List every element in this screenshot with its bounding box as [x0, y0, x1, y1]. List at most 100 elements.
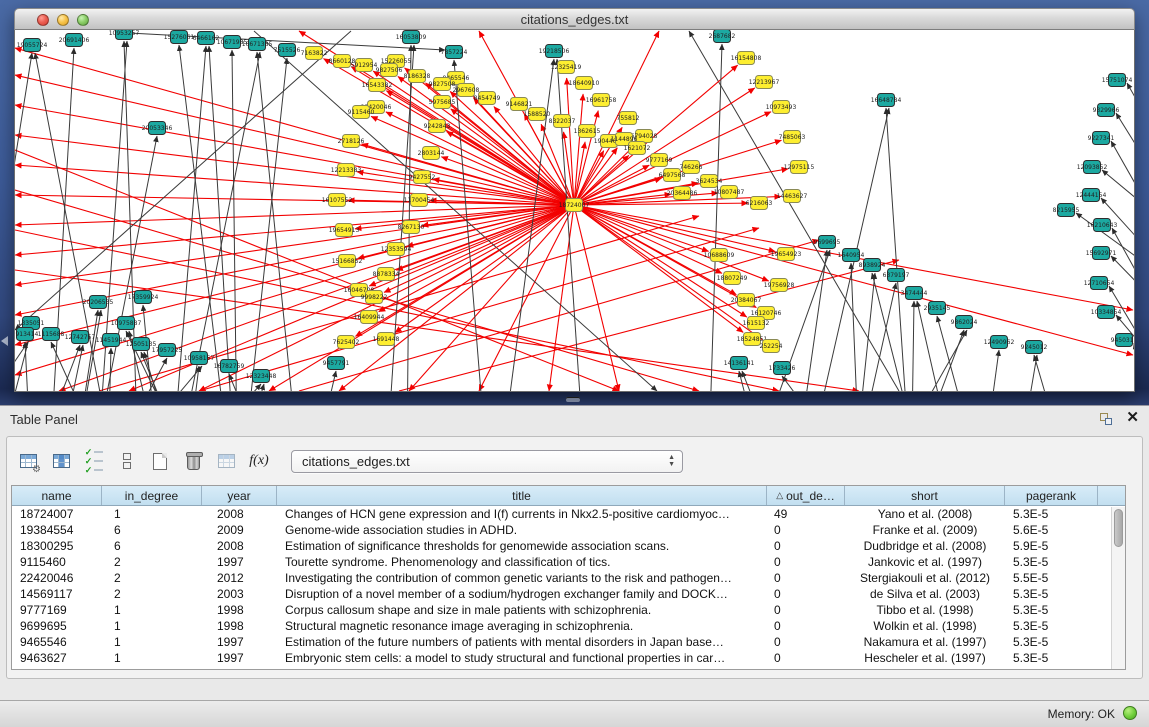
cell-title[interactable]: Genome-wide association studies in ADHD.: [277, 522, 767, 538]
table-select-dropdown[interactable]: citations_edges.txt ▲▼: [291, 450, 683, 473]
table-row[interactable]: 946362711997Embryonic stem cells: a mode…: [12, 650, 1125, 666]
network-node-cited[interactable]: 7625402: [333, 336, 360, 349]
table-settings-icon[interactable]: ⚙: [13, 446, 43, 476]
cell-pagerank[interactable]: 5.3E-5: [1005, 602, 1098, 618]
cell-short[interactable]: Franke et al. (2009): [845, 522, 1005, 538]
column-header-title[interactable]: title: [277, 486, 767, 505]
network-node[interactable]: 16053809: [396, 31, 427, 44]
column-header-year[interactable]: year: [202, 486, 277, 505]
network-node[interactable]: 3474444: [901, 287, 928, 300]
network-node-cited[interactable]: 16154808: [731, 52, 762, 65]
cell-short[interactable]: Hescheler et al. (1997): [845, 650, 1005, 666]
cell-pagerank[interactable]: 5.3E-5: [1005, 554, 1098, 570]
network-node[interactable]: 20691406: [59, 34, 90, 47]
cell-in_degree[interactable]: 6: [102, 538, 202, 554]
cell-out_de[interactable]: 0: [767, 538, 845, 554]
network-node-cited[interactable]: 7485063: [779, 131, 806, 144]
cell-short[interactable]: Yano et al. (2008): [845, 506, 1005, 522]
column-header-name[interactable]: name: [12, 486, 102, 505]
delete-table-icon[interactable]: [178, 446, 208, 476]
cell-pagerank[interactable]: 5.3E-5: [1005, 634, 1098, 650]
network-node-cited[interactable]: 10807487: [714, 186, 745, 199]
cell-name[interactable]: 19384554: [12, 522, 102, 538]
column-header-short[interactable]: short: [845, 486, 1005, 505]
table-row[interactable]: 1938455462009Genome-wide association stu…: [12, 522, 1125, 538]
cell-in_degree[interactable]: 6: [102, 522, 202, 538]
column-header-out_de[interactable]: △out_de…: [767, 486, 845, 505]
network-node-cited[interactable]: 12213967: [749, 76, 780, 89]
table-row[interactable]: 911546021997Tourette syndrome. Phenomeno…: [12, 554, 1125, 570]
network-node[interactable]: 9245012: [1021, 341, 1048, 354]
table-row[interactable]: 1830029562008Estimation of significance …: [12, 538, 1125, 554]
network-node-cited[interactable]: 7163822: [301, 47, 328, 60]
cell-year[interactable]: 2008: [202, 538, 277, 554]
network-node-cited[interactable]: 14463627: [777, 190, 808, 203]
network-node-cited[interactable]: 12325419: [551, 61, 582, 74]
cell-year[interactable]: 1997: [202, 554, 277, 570]
network-node[interactable]: 11451944: [96, 334, 127, 347]
cell-pagerank[interactable]: 5.3E-5: [1005, 506, 1098, 522]
network-node[interactable]: 6379197: [883, 269, 910, 282]
network-node[interactable]: 12323448: [246, 370, 277, 383]
cell-name[interactable]: 9699695: [12, 618, 102, 634]
cell-in_degree[interactable]: 1: [102, 634, 202, 650]
cell-title[interactable]: Investigating the contribution of common…: [277, 570, 767, 586]
create-table-icon[interactable]: [145, 446, 175, 476]
cell-pagerank[interactable]: 5.5E-5: [1005, 570, 1098, 586]
network-node[interactable]: 10953257: [109, 30, 140, 40]
network-node[interactable]: 7515526: [274, 44, 301, 57]
network-node[interactable]: 14136141: [724, 357, 755, 370]
network-node[interactable]: 10975887: [111, 317, 142, 330]
select-columns-icon[interactable]: ✓ ✓ ✓: [79, 446, 109, 476]
cell-short[interactable]: Stergiakouli et al. (2012): [845, 570, 1005, 586]
cell-year[interactable]: 2003: [202, 586, 277, 602]
cell-out_de[interactable]: 0: [767, 554, 845, 570]
cell-title[interactable]: Changes of HCN gene expression and I(f) …: [277, 506, 767, 522]
column-header-in_degree[interactable]: in_degree: [102, 486, 202, 505]
cell-title[interactable]: Structural magnetic resonance image aver…: [277, 618, 767, 634]
network-node-cited[interactable]: 6216063: [746, 197, 773, 210]
network-node[interactable]: 9862024: [951, 316, 978, 329]
cell-short[interactable]: de Silva et al. (2003): [845, 586, 1005, 602]
table-row[interactable]: 977716911998Corpus callosum shape and si…: [12, 602, 1125, 618]
network-node[interactable]: 9329966: [1093, 104, 1120, 117]
cell-out_de[interactable]: 0: [767, 570, 845, 586]
row-height-icon[interactable]: [112, 446, 142, 476]
cell-short[interactable]: Wolkin et al. (1998): [845, 618, 1005, 634]
cell-year[interactable]: 2008: [202, 506, 277, 522]
cell-out_de[interactable]: 49: [767, 506, 845, 522]
cell-pagerank[interactable]: 5.3E-5: [1005, 586, 1098, 602]
cell-name[interactable]: 9115460: [12, 554, 102, 570]
network-node-cited[interactable]: 3624534: [696, 175, 723, 188]
table-row[interactable]: 1456911722003Disruption of a novel membe…: [12, 586, 1125, 602]
network-node-cited[interactable]: 15166852: [332, 255, 363, 268]
table-vertical-scrollbar[interactable]: [1111, 507, 1125, 669]
network-node-cited[interactable]: 8186328: [404, 70, 431, 83]
cell-title[interactable]: Disruption of a novel member of a sodium…: [277, 586, 767, 602]
table-row[interactable]: 1872400712008Changes of HCN gene express…: [12, 506, 1125, 522]
cell-year[interactable]: 1998: [202, 618, 277, 634]
network-node[interactable]: 12742757: [65, 331, 96, 344]
column-header-pagerank[interactable]: pagerank: [1005, 486, 1098, 505]
cell-name[interactable]: 18724007: [12, 506, 102, 522]
show-columns-icon[interactable]: [46, 446, 76, 476]
cell-name[interactable]: 9465546: [12, 634, 102, 650]
network-node-cited[interactable]: 18640910: [569, 77, 600, 90]
network-node-cited[interactable]: 755812: [617, 112, 640, 125]
cell-year[interactable]: 1997: [202, 650, 277, 666]
cell-in_degree[interactable]: 1: [102, 618, 202, 634]
network-node[interactable]: 9227341: [1088, 132, 1115, 145]
network-node[interactable]: 9699695: [814, 236, 841, 249]
table-row[interactable]: 946554611997Estimation of the future num…: [12, 634, 1125, 650]
cell-pagerank[interactable]: 5.3E-5: [1005, 618, 1098, 634]
cell-name[interactable]: 9463627: [12, 650, 102, 666]
cell-title[interactable]: Estimation of significance thresholds fo…: [277, 538, 767, 554]
cell-in_degree[interactable]: 2: [102, 554, 202, 570]
cell-short[interactable]: Nakamura et al. (1997): [845, 634, 1005, 650]
cell-in_degree[interactable]: 2: [102, 570, 202, 586]
table-row[interactable]: 2242004622012Investigating the contribut…: [12, 570, 1125, 586]
network-node[interactable]: 2935145: [924, 302, 951, 315]
cell-short[interactable]: Dudbridge et al. (2008): [845, 538, 1005, 554]
memory-status-indicator[interactable]: [1123, 706, 1137, 720]
cell-title[interactable]: Embryonic stem cells: a model to study s…: [277, 650, 767, 666]
